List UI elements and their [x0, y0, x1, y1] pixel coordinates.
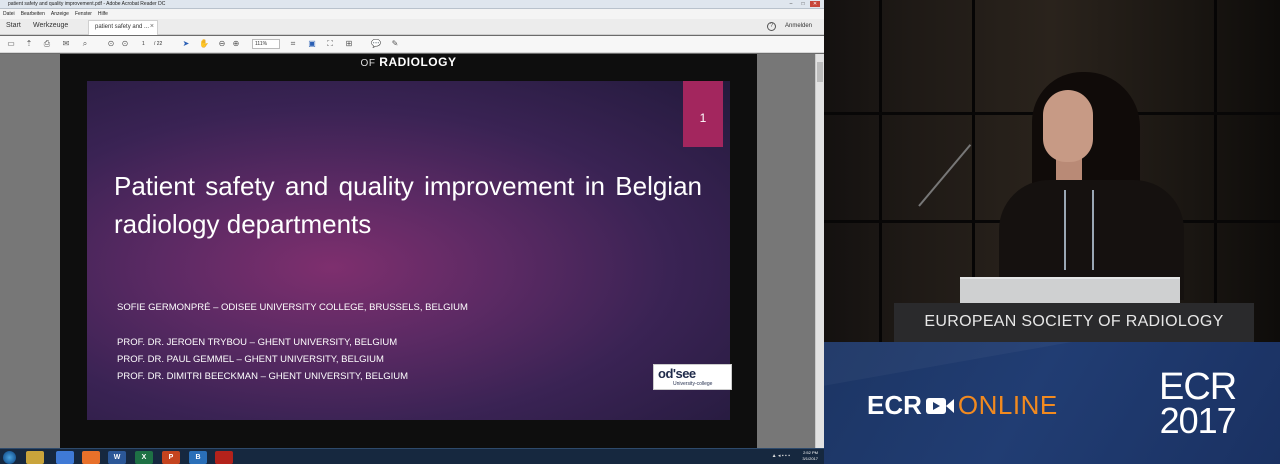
- odisee-logo: od'see University-college: [653, 364, 732, 390]
- speaker-video: EUROPEAN SOCIETY OF RADIOLOGY: [824, 0, 1280, 342]
- ecr-banner: ECR ONLINE ECR 2017: [824, 342, 1280, 464]
- zoom-out-icon[interactable]: ⊖: [217, 39, 227, 49]
- lanyard: [1064, 190, 1094, 270]
- page-header: OF RADIOLOGY: [60, 55, 757, 69]
- taskbar-clock[interactable]: 2:52 PM 3/1/2017: [802, 450, 818, 462]
- fit-page-icon[interactable]: ▣: [307, 39, 317, 49]
- taskbar-app-explorer[interactable]: [26, 451, 44, 464]
- tab-document-label: patient safety and ...: [95, 24, 150, 30]
- slide-title: Patient safety and quality improvement i…: [114, 171, 702, 239]
- ecr-online-online: ONLINE: [957, 390, 1058, 420]
- clock-date: 3/1/2017: [802, 456, 818, 461]
- page-header-of: OF: [360, 58, 376, 69]
- scrollbar-thumb[interactable]: [817, 62, 823, 82]
- page-number-input[interactable]: 1: [142, 39, 145, 49]
- taskbar-app-chrome[interactable]: [56, 451, 74, 464]
- menu-edit[interactable]: Bearbeiten: [21, 11, 45, 17]
- lectern: EUROPEAN SOCIETY OF RADIOLOGY: [894, 303, 1254, 342]
- start-button[interactable]: [3, 451, 16, 464]
- close-tab-icon[interactable]: ×: [150, 23, 154, 30]
- close-window-button[interactable]: ✕: [810, 1, 820, 7]
- viewer-left-margin: [0, 54, 8, 448]
- document-viewer[interactable]: OF RADIOLOGY 1 Patient safety and qualit…: [0, 54, 824, 448]
- wall-panel-seam: [1214, 0, 1217, 342]
- help-icon[interactable]: ?: [767, 22, 776, 31]
- slide: 1 Patient safety and quality improvement…: [87, 81, 730, 420]
- lectern-text: EUROPEAN SOCIETY OF RADIOLOGY: [924, 313, 1224, 330]
- screen: patient safety and quality improvement.p…: [0, 0, 1280, 464]
- ecr-2017-ecr: ECR: [1159, 366, 1237, 408]
- camera-icon: [924, 394, 956, 418]
- window-title: patient safety and quality improvement.p…: [8, 1, 166, 7]
- slide-coauthor: PROF. DR. JEROEN TRYBOU – GHENT UNIVERSI…: [117, 337, 398, 348]
- comment-icon[interactable]: 💬: [371, 39, 381, 49]
- tab-bar: Start Werkzeuge patient safety and ... ×…: [0, 19, 824, 35]
- taskbar-app-acrobat[interactable]: [215, 451, 233, 464]
- fullscreen-icon[interactable]: ⛶: [325, 39, 335, 49]
- system-tray[interactable]: ▲ ◂ ▪ ▪ ▪: [772, 453, 790, 459]
- maximize-button[interactable]: □: [798, 1, 808, 7]
- odisee-logo-subtext: University-college: [673, 381, 713, 387]
- tab-document[interactable]: patient safety and ... ×: [88, 20, 158, 35]
- window-controls: – □ ✕: [786, 1, 820, 7]
- slide-coauthor: PROF. DR. DIMITRI BEECKMAN – GHENT UNIVE…: [117, 371, 409, 382]
- speaker-face: [1043, 90, 1093, 162]
- title-bar: patient safety and quality improvement.p…: [0, 0, 824, 9]
- previous-page-icon[interactable]: ⊙: [106, 39, 116, 49]
- ecr-online-logo: ECR ONLINE: [867, 390, 1058, 421]
- wall-panel-seam: [879, 0, 882, 342]
- menu-file[interactable]: Datei: [3, 11, 15, 17]
- zoom-select[interactable]: 111%: [252, 39, 280, 49]
- search-icon[interactable]: ⌕: [80, 39, 90, 49]
- slide-coauthor: PROF. DR. PAUL GEMMEL – GHENT UNIVERSITY…: [117, 354, 384, 365]
- vertical-scrollbar[interactable]: [815, 54, 824, 448]
- pdf-page: OF RADIOLOGY 1 Patient safety and qualit…: [60, 54, 757, 448]
- slide-number: 1: [699, 111, 707, 125]
- sign-in-link[interactable]: Anmelden: [785, 23, 812, 29]
- hand-icon[interactable]: ✋: [199, 39, 209, 49]
- page-header-word: RADIOLOGY: [379, 55, 457, 69]
- taskbar-app-firefox[interactable]: [82, 451, 100, 464]
- taskbar-app-excel[interactable]: X: [135, 451, 153, 464]
- slide-author: SOFIE GERMONPRÉ – ODISEE UNIVERSITY COLL…: [117, 302, 468, 313]
- crop-icon[interactable]: ⌗: [288, 39, 298, 49]
- tab-tools[interactable]: Werkzeuge: [33, 22, 68, 29]
- save-icon[interactable]: ▭: [6, 39, 16, 49]
- next-page-icon[interactable]: ⊙: [120, 39, 130, 49]
- ecr-online-ecr: ECR: [867, 390, 922, 420]
- taskbar-app-skype-business[interactable]: B: [189, 451, 207, 464]
- page-total: / 22: [154, 41, 163, 47]
- taskbar-app-word[interactable]: W: [108, 451, 126, 464]
- select-cursor-icon[interactable]: ➤: [181, 39, 191, 49]
- toolbar: ▭ ⇡ ⎙ ✉ ⌕ ⊙ ⊙ 1 / 22 ➤ ✋ ⊖ ⊕ 111% ⌗ ▣ ⛶ …: [0, 36, 824, 53]
- ecr-2017-logo: ECR 2017: [1159, 366, 1237, 441]
- email-icon[interactable]: ✉: [61, 39, 71, 49]
- print-icon[interactable]: ⎙: [42, 39, 52, 49]
- minimize-button[interactable]: –: [786, 1, 796, 7]
- slide-number-badge: 1: [683, 81, 723, 147]
- menu-help[interactable]: Hilfe: [98, 11, 108, 17]
- acrobat-window: patient safety and quality improvement.p…: [0, 0, 824, 448]
- taskbar-app-powerpoint[interactable]: P: [162, 451, 180, 464]
- upload-icon[interactable]: ⇡: [24, 39, 34, 49]
- zoom-in-icon[interactable]: ⊕: [231, 39, 241, 49]
- tab-start[interactable]: Start: [6, 22, 21, 29]
- taskbar: WXPB ▲ ◂ ▪ ▪ ▪ 2:52 PM 3/1/2017: [0, 448, 824, 464]
- more-tools-icon[interactable]: ⊞: [344, 39, 354, 49]
- menu-window[interactable]: Fenster: [75, 11, 92, 17]
- ecr-2017-year: 2017: [1159, 400, 1237, 441]
- menu-view[interactable]: Anzeige: [51, 11, 69, 17]
- odisee-logo-text: od'see: [658, 366, 696, 381]
- pen-icon[interactable]: ✎: [390, 39, 400, 49]
- menu-bar: Datei Bearbeiten Anzeige Fenster Hilfe: [0, 9, 824, 19]
